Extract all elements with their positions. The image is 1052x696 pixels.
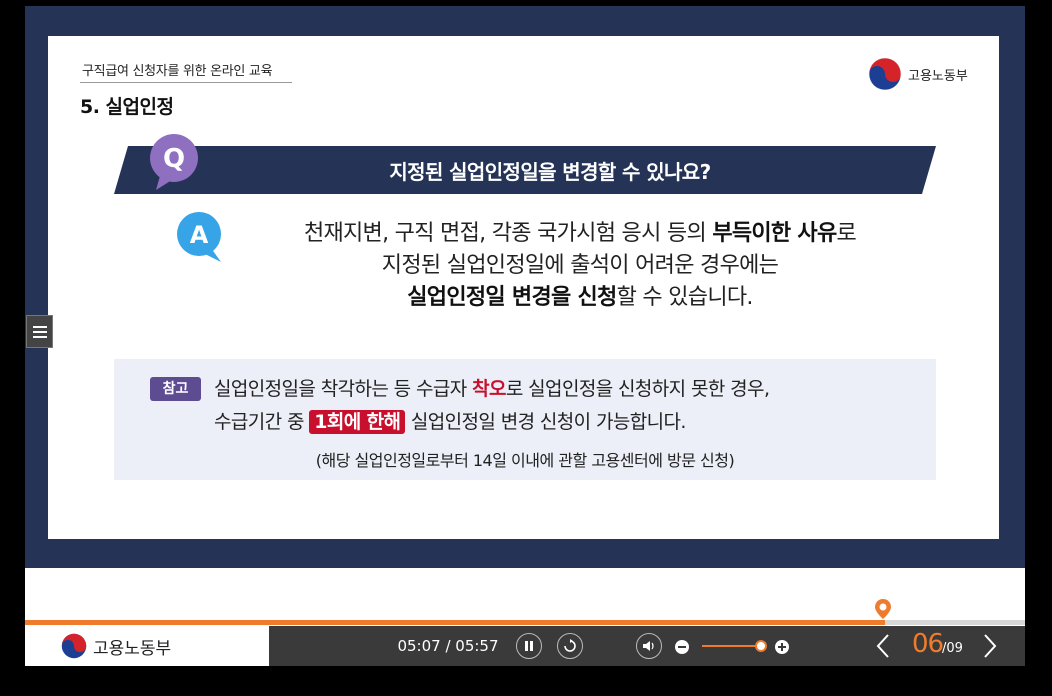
next-page-button[interactable]: [980, 632, 1000, 660]
divider: [80, 82, 292, 83]
question-text: 지정된 실업인정일을 변경할 수 있나요?: [389, 160, 711, 184]
volume-slider[interactable]: [702, 645, 762, 647]
course-title: 구직급여 신청자를 위한 온라인 교육: [82, 64, 273, 79]
note-line2: 수급기간 중 1회에 한해 실업인정일 변경 신청이 가능합니다.: [214, 407, 686, 434]
answer-emphasis-apply: 실업인정일 변경을 신청: [407, 285, 617, 310]
answer-text: 천재지변, 구직 면접, 각종 국가시험 응시 등의 부득이한 사유로 지정된 …: [250, 218, 910, 314]
note-line1c: 로 실업인정을 신청하지 못한 경우,: [505, 378, 770, 400]
prev-page-button[interactable]: [873, 632, 893, 660]
volume-down-icon: [678, 646, 686, 648]
a-bubble-icon: A: [177, 212, 221, 262]
replay-button[interactable]: [557, 633, 583, 659]
replay-icon: [564, 639, 576, 652]
svg-text:Q: Q: [163, 144, 185, 174]
progress-fill: [25, 620, 885, 625]
menu-icon: [32, 325, 47, 328]
note-tag: 참고: [150, 377, 201, 401]
note-emphasis-once: 1회에 한해: [309, 410, 406, 434]
logo-text: 고용노동부: [908, 68, 968, 84]
volume-icon: [643, 641, 654, 651]
page-total: /09: [942, 641, 963, 656]
note-line2c: 실업인정일 변경 신청이 가능합니다.: [405, 411, 687, 433]
note-emphasis-mistake: 착오: [472, 378, 506, 400]
note-line1: 실업인정일을 착각하는 등 수급자 착오로 실업인정을 신청하지 못한 경우,: [214, 374, 770, 401]
prev-icon: [876, 634, 889, 658]
answer-line2: 지정된 실업인정일에 출석이 어려운 경우에는: [381, 253, 779, 278]
answer-emphasis-reason: 부득이한 사유: [712, 221, 837, 246]
answer-line1c: 로: [836, 221, 857, 246]
note-line2a: 수급기간 중: [214, 411, 310, 433]
volume-down-button[interactable]: [675, 640, 689, 654]
q-bubble-icon: Q: [150, 134, 198, 190]
volume-knob[interactable]: [755, 640, 767, 652]
section-title: 5. 실업인정: [80, 96, 174, 118]
taegeuk-emblem-icon: [868, 57, 902, 91]
note-line3: (해당 실업인정일로부터 14일 이내에 관할 고용센터에 방문 신청): [315, 451, 735, 470]
ministry-logo: 고용노동부: [868, 57, 968, 91]
time-display: 05:07 / 05:57: [397, 637, 499, 655]
volume-up-icon: [778, 643, 786, 651]
volume-up-button[interactable]: [775, 640, 789, 654]
note-line1a: 실업인정일을 착각하는 등 수급자: [214, 378, 473, 400]
menu-button[interactable]: [26, 315, 53, 348]
footer-logo: 고용노동부: [25, 626, 269, 666]
answer-line1a: 천재지변, 구직 면접, 각종 국가시험 응시 등의: [303, 221, 713, 246]
next-icon: [984, 634, 997, 658]
taegeuk-emblem-icon: [61, 633, 87, 659]
location-marker-icon[interactable]: [874, 598, 892, 620]
page-current: 06: [912, 629, 944, 659]
pause-icon: [525, 641, 533, 651]
svg-text:A: A: [190, 221, 209, 249]
footer-logo-text: 고용노동부: [93, 638, 172, 659]
volume-button[interactable]: [636, 633, 662, 659]
pause-button[interactable]: [516, 633, 542, 659]
answer-line3b: 할 수 있습니다.: [616, 285, 754, 310]
